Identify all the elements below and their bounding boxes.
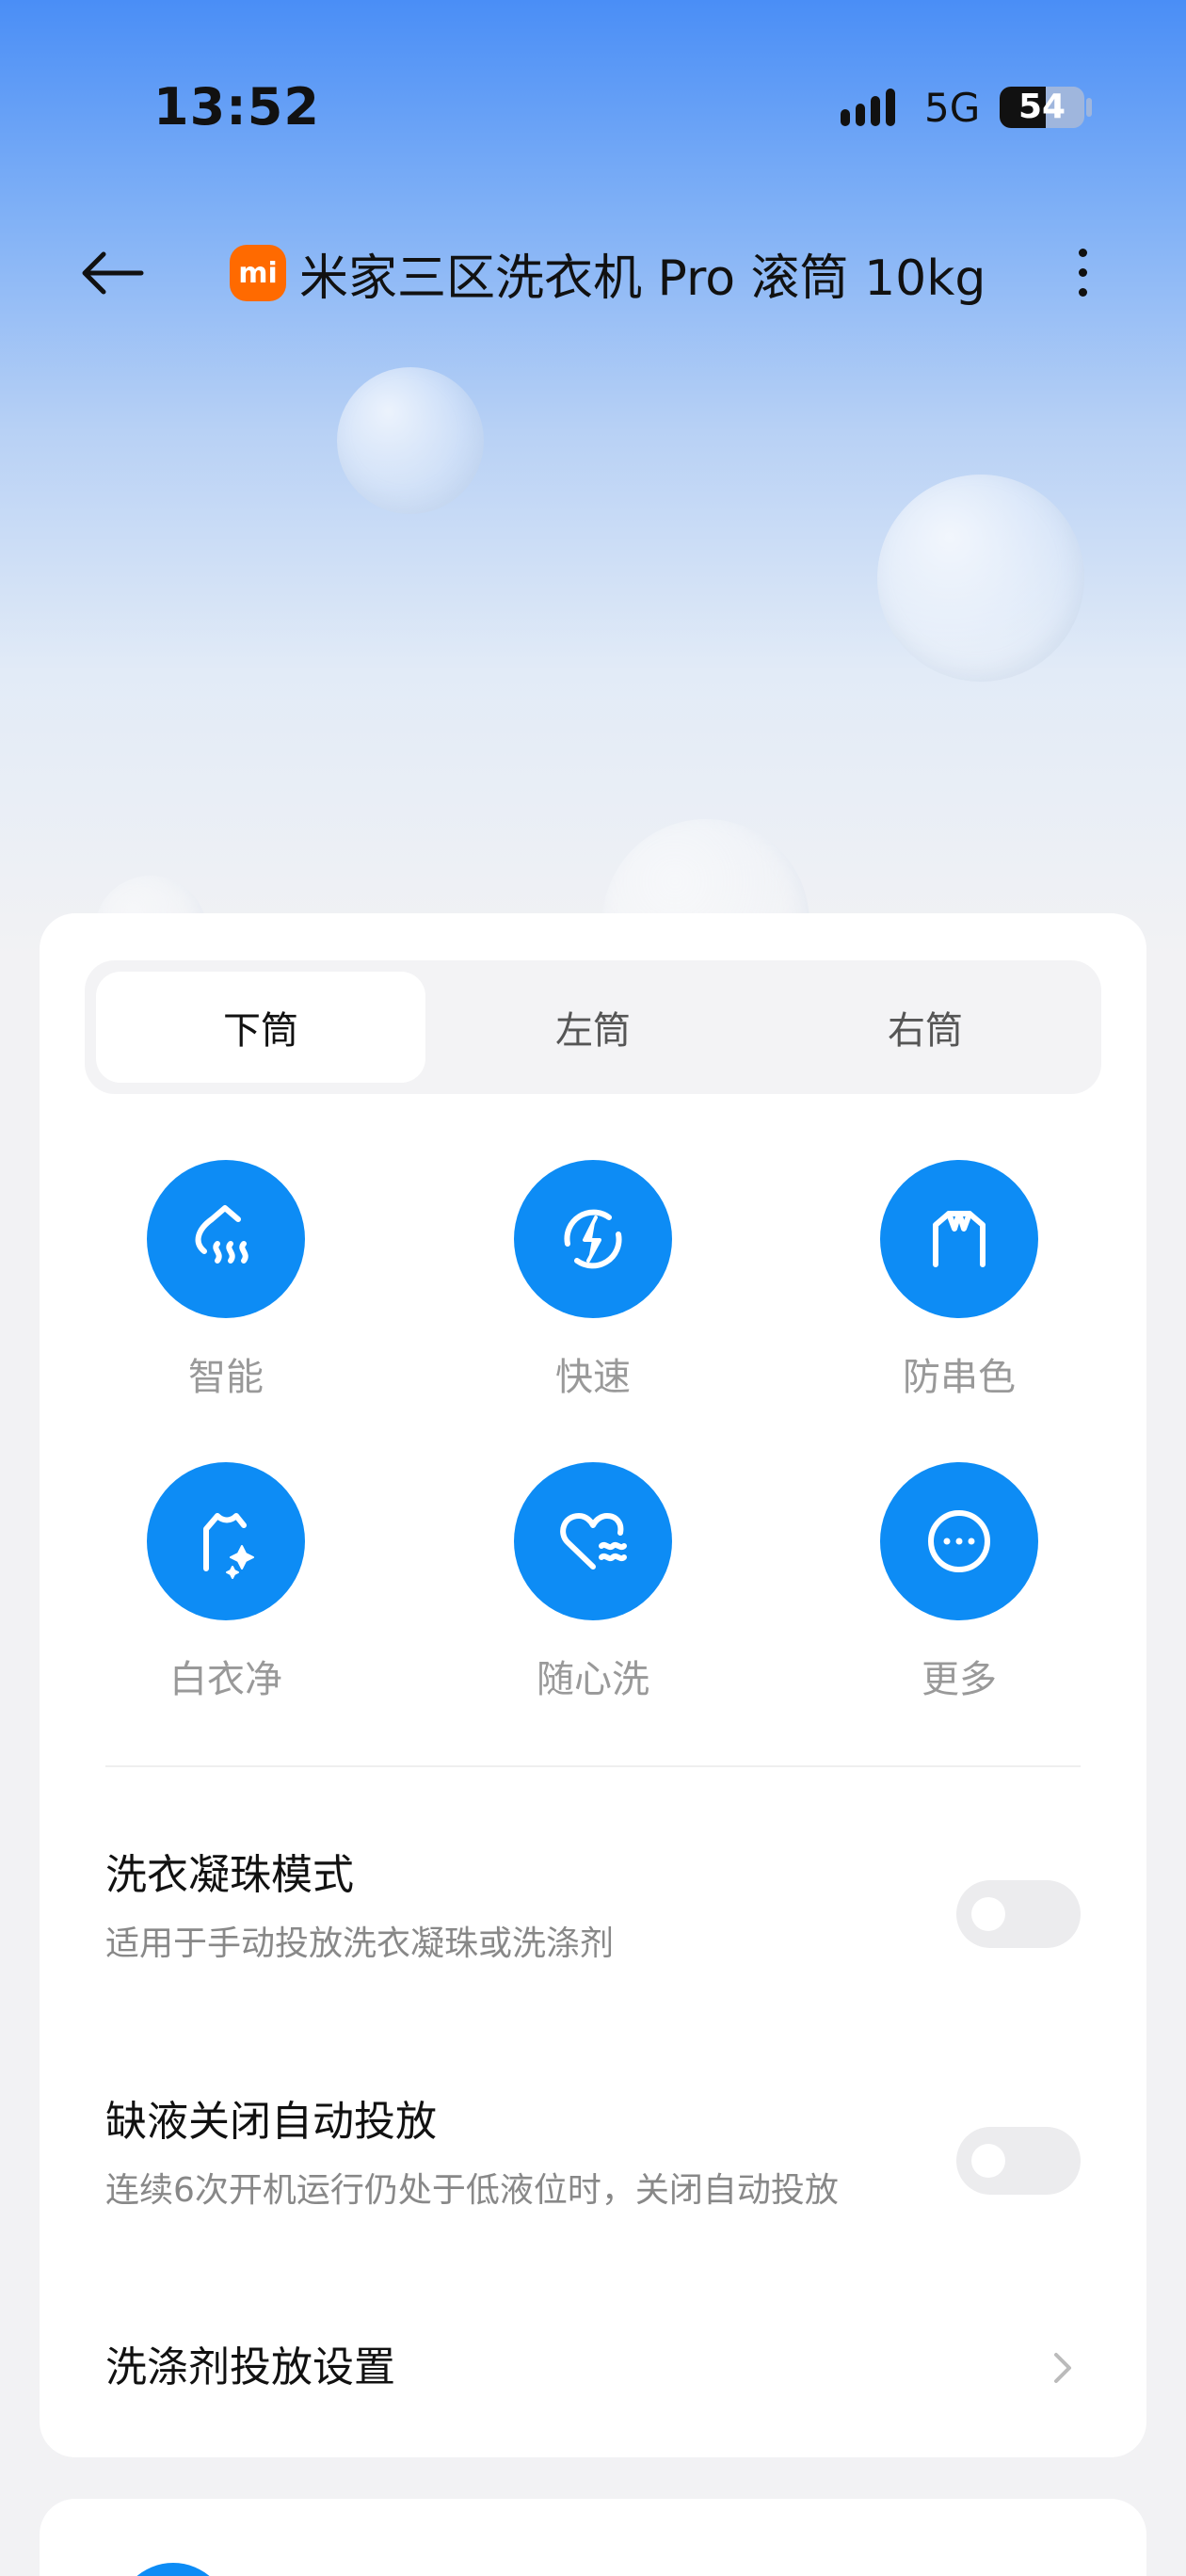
mode-label: 防串色: [903, 1356, 1016, 1399]
setting-title: 缺液关闭自动投放: [105, 2098, 437, 2146]
battery-icon: 54: [1000, 87, 1084, 128]
mi-logo-icon: mi: [230, 245, 286, 301]
decor-bubble: [877, 475, 1084, 682]
mode-smart[interactable]: 智能: [113, 1160, 339, 1405]
low-liquid-toggle[interactable]: [956, 2127, 1081, 2195]
battery-tip: [1086, 98, 1092, 117]
device-title: mi 米家三区洗衣机 Pro 滚筒 10kg: [230, 243, 986, 307]
mode-label: 白衣净: [169, 1658, 282, 1701]
mode-quick[interactable]: 快速: [480, 1160, 706, 1405]
status-bar: 13:52 5G 54: [0, 0, 1186, 217]
setting-subtitle: 连续6次开机运行仍处于低液位时，关闭自动投放: [105, 2171, 839, 2210]
toggle-knob: [971, 2144, 1005, 2178]
back-button[interactable]: [75, 235, 151, 311]
detergent-settings-row[interactable]: 洗涤剂投放设置: [105, 2330, 1081, 2406]
setting-subtitle: 适用于手动投放洗衣凝珠或洗涤剂: [105, 1924, 615, 1963]
dot: [1078, 287, 1087, 297]
mode-label: 快速: [555, 1356, 631, 1399]
divider: [105, 1765, 1081, 1767]
dot: [1078, 267, 1087, 277]
signal-icon: [841, 85, 895, 126]
tab-right-drum[interactable]: 右筒: [761, 972, 1090, 1083]
mode-label: 更多: [922, 1658, 997, 1701]
setting-pod-mode: 洗衣凝珠模式 适用于手动投放洗衣凝珠或洗涤剂: [105, 1841, 1081, 1965]
secondary-card: [40, 2499, 1146, 2576]
network-type: 5G: [924, 85, 981, 131]
dot: [1078, 248, 1087, 257]
back-arrow-icon: [82, 251, 144, 295]
setting-title: 洗涤剂投放设置: [105, 2343, 395, 2391]
mode-label: 智能: [188, 1356, 264, 1399]
more-modes-icon: [880, 1462, 1038, 1620]
setting-title: 洗衣凝珠模式: [105, 1851, 354, 1899]
drum-tabs: 下筒 左筒 右筒: [85, 960, 1101, 1094]
battery-percent: 54: [1018, 88, 1066, 126]
anti-color-bleed-icon: [880, 1160, 1038, 1318]
control-card: 下筒 左筒 右筒 智能 快速 防串色 白衣净 随心洗 更多 洗衣凝珠模式 适用于…: [40, 913, 1146, 2457]
page-title: 米家三区洗衣机 Pro 滚筒 10kg: [299, 250, 986, 307]
chevron-right-icon: [1054, 2353, 1071, 2383]
mode-more[interactable]: 更多: [846, 1462, 1072, 1707]
mode-white-clothes[interactable]: 白衣净: [113, 1462, 339, 1707]
smart-wash-icon: [147, 1160, 305, 1318]
tab-lower-drum[interactable]: 下筒: [96, 972, 425, 1083]
setting-low-liquid: 缺液关闭自动投放 连续6次开机运行仍处于低液位时，关闭自动投放: [105, 2087, 1081, 2212]
status-time: 13:52: [153, 77, 320, 137]
white-clothes-icon: [147, 1462, 305, 1620]
toggle-knob: [971, 1897, 1005, 1931]
tab-left-drum[interactable]: 左筒: [428, 972, 758, 1083]
mode-custom-wash[interactable]: 随心洗: [480, 1462, 706, 1707]
mode-anti-color-bleed[interactable]: 防串色: [846, 1160, 1072, 1405]
card-icon: [117, 2563, 230, 2576]
pod-mode-toggle[interactable]: [956, 1880, 1081, 1948]
decor-bubble: [337, 367, 484, 514]
custom-wash-icon: [514, 1462, 672, 1620]
quick-wash-icon: [514, 1160, 672, 1318]
mode-label: 随心洗: [537, 1658, 649, 1701]
more-options-button[interactable]: [1059, 239, 1106, 305]
